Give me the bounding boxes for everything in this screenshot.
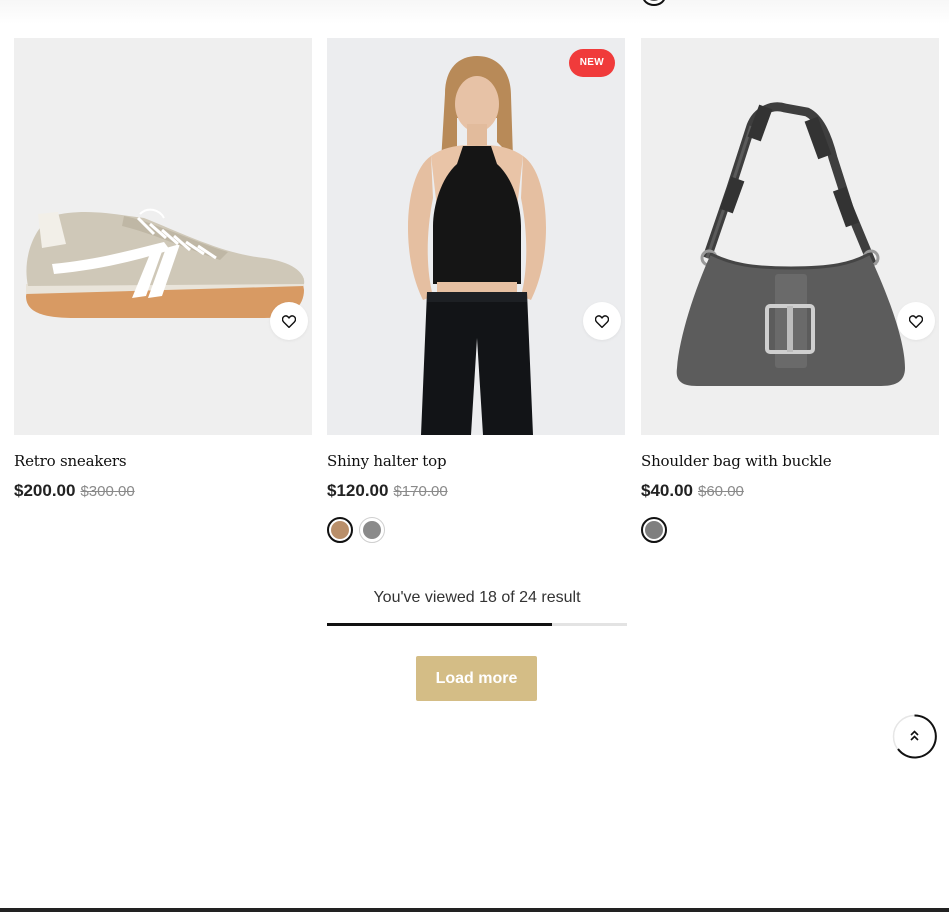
product-prices: $200.00 $300.00 [14,481,312,503]
footer-edge [0,908,949,912]
results-progress-bar [327,623,627,626]
product-card[interactable]: Shoulder bag with buckle $40.00 $60.00 [641,38,939,543]
product-image[interactable] [14,38,312,435]
new-badge: NEW [568,49,615,77]
compare-price: $60.00 [698,483,744,500]
model-halter-top-image [327,38,625,435]
product-prices: $120.00 $170.00 [327,481,625,503]
product-card[interactable]: Retro sneakers $200.00 $300.00 [14,38,312,503]
sale-price: $120.00 [327,481,389,500]
compare-price: $300.00 [80,483,135,500]
sale-price: $200.00 [14,481,76,500]
compare-price: $170.00 [393,483,448,500]
wishlist-button[interactable] [583,302,621,340]
back-to-top-button[interactable] [892,714,937,759]
previous-row-fade [0,0,949,24]
load-more-button[interactable]: Load more [416,656,537,701]
product-image[interactable] [641,38,939,435]
shoulder-bag-image [641,38,939,435]
wishlist-button[interactable] [270,302,308,340]
swatch-photo[interactable] [327,517,353,543]
heart-icon [595,314,609,328]
product-card[interactable]: NEW Shiny halter top $120.00 $170.00 [327,38,625,543]
product-title[interactable]: Shiny halter top [327,452,625,474]
color-swatches [641,517,939,543]
heart-icon [909,314,923,328]
viewed-count-text: You've viewed 18 of 24 result [373,589,581,606]
heart-icon [282,314,296,328]
product-title[interactable]: Retro sneakers [14,452,312,474]
back-to-top-ring [892,714,937,759]
sale-price: $40.00 [641,481,693,500]
sneaker-image [14,38,312,435]
product-image[interactable]: NEW [327,38,625,435]
swatch-grey[interactable] [641,517,667,543]
product-prices: $40.00 $60.00 [641,481,939,503]
results-progress-fill [327,623,552,626]
color-swatches [327,517,625,543]
swatch-grey[interactable] [359,517,385,543]
product-title[interactable]: Shoulder bag with buckle [641,452,939,474]
product-grid: Retro sneakers $200.00 $300.00 NEW Shiny… [14,38,939,558]
wishlist-button[interactable] [897,302,935,340]
